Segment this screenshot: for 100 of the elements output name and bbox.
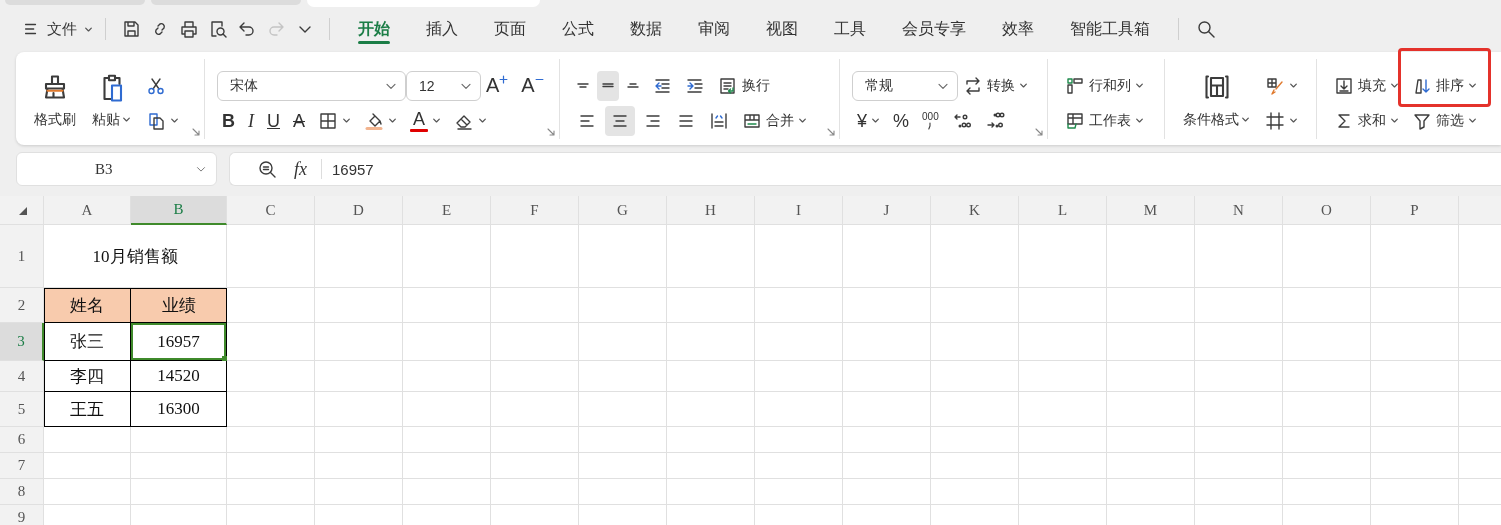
empty-cell[interactable] xyxy=(755,453,843,479)
font-color-button[interactable]: A xyxy=(405,105,446,136)
empty-cell[interactable] xyxy=(1195,392,1283,427)
empty-cell[interactable] xyxy=(1195,225,1283,288)
empty-cell[interactable] xyxy=(315,288,403,323)
empty-cell[interactable] xyxy=(491,392,579,427)
empty-cell[interactable] xyxy=(755,361,843,392)
empty-cell[interactable] xyxy=(931,427,1019,453)
column-header[interactable]: J xyxy=(843,196,931,225)
ribbon-tab[interactable]: 数据 xyxy=(612,12,680,46)
empty-cell[interactable] xyxy=(1283,392,1371,427)
font-size-select[interactable]: 12 xyxy=(406,70,481,101)
row-header[interactable]: 9 xyxy=(0,505,44,525)
empty-cell[interactable] xyxy=(843,288,931,323)
merge-button[interactable]: 合并 xyxy=(737,105,812,136)
empty-cell[interactable] xyxy=(843,453,931,479)
empty-cell[interactable] xyxy=(843,392,931,427)
empty-cell[interactable] xyxy=(1107,323,1195,361)
empty-cell[interactable] xyxy=(1371,453,1459,479)
row-header[interactable]: 5 xyxy=(0,392,44,427)
empty-cell[interactable] xyxy=(579,392,667,427)
empty-cell[interactable] xyxy=(1107,288,1195,323)
empty-cell[interactable] xyxy=(315,392,403,427)
ribbon-tab[interactable]: 智能工具箱 xyxy=(1052,12,1168,46)
empty-cell[interactable] xyxy=(1195,427,1283,453)
align-center-button[interactable] xyxy=(605,105,635,136)
empty-cell[interactable] xyxy=(1107,479,1195,505)
empty-cell[interactable] xyxy=(491,323,579,361)
column-header[interactable]: E xyxy=(403,196,491,225)
fill-button[interactable]: 填充 xyxy=(1329,70,1404,101)
empty-cell[interactable] xyxy=(491,479,579,505)
column-header[interactable]: I xyxy=(755,196,843,225)
empty-cell[interactable] xyxy=(1371,361,1459,392)
empty-cell[interactable] xyxy=(403,427,491,453)
empty-cell[interactable] xyxy=(227,453,315,479)
column-header[interactable] xyxy=(1459,196,1501,225)
empty-cell[interactable] xyxy=(1371,288,1459,323)
empty-cell[interactable] xyxy=(1283,225,1371,288)
empty-cell[interactable] xyxy=(491,225,579,288)
column-header[interactable]: L xyxy=(1019,196,1107,225)
empty-cell[interactable] xyxy=(1283,453,1371,479)
row-header[interactable]: 8 xyxy=(0,479,44,505)
underline-button[interactable]: U xyxy=(262,105,285,136)
function-button[interactable]: fx xyxy=(294,159,322,179)
font-name-select[interactable]: 宋体 xyxy=(217,70,406,101)
name-box[interactable]: B3 xyxy=(16,152,217,186)
sum-button[interactable]: 求和 xyxy=(1329,105,1404,136)
empty-cell[interactable] xyxy=(755,288,843,323)
empty-cell[interactable] xyxy=(403,392,491,427)
dialog-launcher-icon[interactable] xyxy=(192,127,200,136)
row-header[interactable]: 2 xyxy=(0,288,44,323)
decrease-font-button[interactable]: A xyxy=(516,70,549,101)
ribbon-tab[interactable]: 页面 xyxy=(476,12,544,46)
currency-button[interactable]: ¥ xyxy=(852,105,885,136)
italic-button[interactable]: I xyxy=(243,105,259,136)
formula-value[interactable]: 16957 xyxy=(332,160,374,178)
strikethrough-button[interactable]: A xyxy=(288,105,310,136)
row-header[interactable]: 1 xyxy=(0,225,44,288)
empty-cell[interactable] xyxy=(227,225,315,288)
empty-cell[interactable] xyxy=(843,427,931,453)
empty-cell[interactable] xyxy=(1371,323,1459,361)
empty-cell[interactable] xyxy=(1283,361,1371,392)
ribbon-tab[interactable]: 效率 xyxy=(984,12,1052,46)
empty-cell[interactable] xyxy=(1283,479,1371,505)
empty-cell[interactable] xyxy=(667,392,755,427)
empty-cell[interactable] xyxy=(1019,427,1107,453)
empty-cell[interactable] xyxy=(227,392,315,427)
empty-cell[interactable] xyxy=(579,453,667,479)
column-header[interactable]: C xyxy=(227,196,315,225)
column-header[interactable]: B xyxy=(131,196,227,225)
empty-cell[interactable] xyxy=(491,361,579,392)
ribbon-tab[interactable]: 会员专享 xyxy=(884,12,984,46)
empty-cell[interactable] xyxy=(667,288,755,323)
percent-button[interactable]: % xyxy=(888,105,915,136)
empty-cell[interactable] xyxy=(315,479,403,505)
empty-cell[interactable] xyxy=(1283,288,1371,323)
format-painter-button[interactable]: 格式刷 xyxy=(28,68,82,137)
empty-cell[interactable] xyxy=(227,427,315,453)
empty-cell[interactable] xyxy=(491,288,579,323)
empty-cell[interactable] xyxy=(667,323,755,361)
filter-button[interactable]: 筛选 xyxy=(1407,105,1482,136)
column-header[interactable]: G xyxy=(579,196,667,225)
column-header[interactable]: H xyxy=(667,196,755,225)
empty-cell[interactable] xyxy=(931,479,1019,505)
file-menu-button[interactable]: 文件 xyxy=(20,14,95,44)
empty-cell[interactable] xyxy=(843,323,931,361)
rows-columns-button[interactable]: 行和列 xyxy=(1060,70,1149,101)
empty-cell[interactable] xyxy=(1107,427,1195,453)
empty-cell[interactable] xyxy=(315,225,403,288)
increase-font-button[interactable]: A xyxy=(481,70,514,101)
empty-cell[interactable] xyxy=(1283,427,1371,453)
empty-cell[interactable] xyxy=(755,225,843,288)
dialog-launcher-icon[interactable] xyxy=(547,127,555,136)
bold-button[interactable]: B xyxy=(217,105,240,136)
empty-cell[interactable] xyxy=(1371,392,1459,427)
row-header[interactable]: 3 xyxy=(0,323,44,361)
empty-cell[interactable] xyxy=(403,288,491,323)
dialog-launcher-icon[interactable] xyxy=(827,127,835,136)
dialog-launcher-icon[interactable] xyxy=(1035,127,1043,136)
select-all-button[interactable] xyxy=(0,196,44,225)
